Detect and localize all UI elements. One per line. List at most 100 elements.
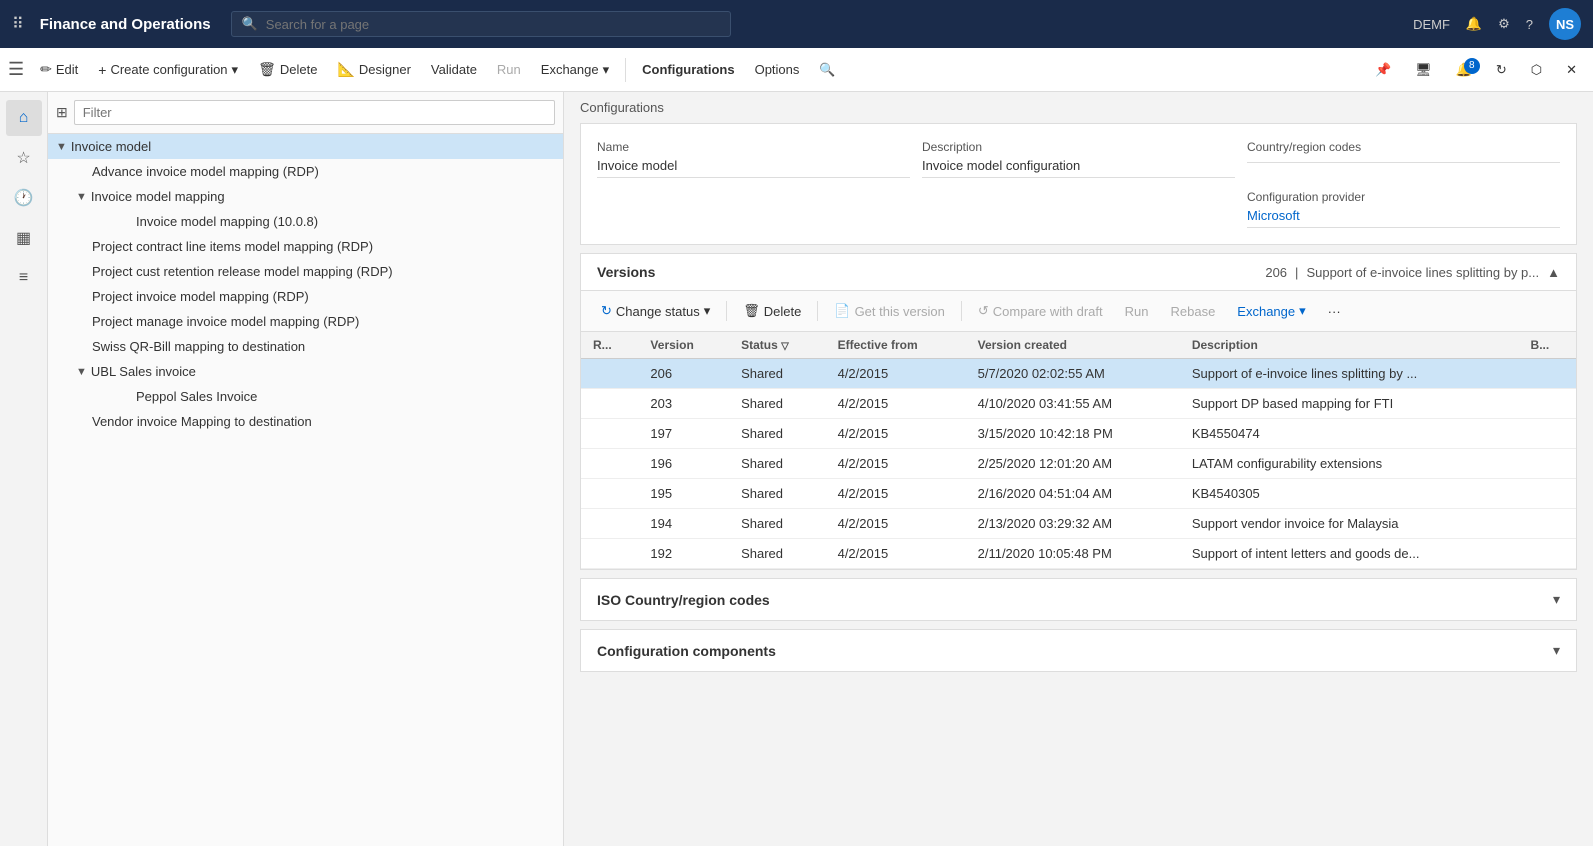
versions-section: Versions 206 | Support of e-invoice line… (580, 253, 1577, 570)
tree-item-label: Project manage invoice model mapping (RD… (92, 314, 359, 329)
tree-item-7[interactable]: Project invoice model mapping (RDP) (48, 284, 563, 309)
cell-description: KB4540305 (1180, 479, 1519, 509)
tree-item-11[interactable]: Peppol Sales Invoice (48, 384, 563, 409)
create-config-button[interactable]: + Create configuration ▾ (90, 58, 246, 82)
open-button[interactable]: ⬡ (1523, 58, 1550, 82)
cell-b (1519, 419, 1576, 449)
tree-panel: ⊞ ▼Invoice modelAdvance invoice model ma… (48, 92, 564, 846)
tree-item-label: UBL Sales invoice (91, 364, 196, 379)
tree-item-label: Swiss QR-Bill mapping to destination (92, 339, 305, 354)
cell-b (1519, 479, 1576, 509)
tree-item-8[interactable]: Project manage invoice model mapping (RD… (48, 309, 563, 334)
arrow-icon: ▼ (56, 141, 67, 153)
vsep-3 (961, 301, 962, 321)
version-delete-button[interactable]: 🗑 Delete (735, 299, 809, 323)
config-components-section: Configuration components ▾ (580, 629, 1577, 672)
compare-with-draft-button[interactable]: ↺ Compare with draft (970, 299, 1111, 323)
provider-value[interactable]: Microsoft (1247, 208, 1560, 228)
hamburger-icon[interactable]: ☰ (8, 59, 24, 80)
close-button[interactable]: ✕ (1558, 58, 1585, 82)
sidebar-item-recent[interactable]: 🕐 (6, 180, 42, 216)
version-exchange-button[interactable]: Exchange ▾ (1229, 299, 1313, 323)
table-row[interactable]: 195Shared4/2/20152/16/2020 04:51:04 AMKB… (581, 479, 1576, 509)
exchange-button[interactable]: Exchange ▾ (533, 58, 617, 82)
top-nav: ⠿ Finance and Operations 🔍 DEMF 🔔 ⚙ ? NS (0, 0, 1593, 48)
sidebar-item-list[interactable]: ≡ (6, 260, 42, 296)
notification-icon[interactable]: 🔔 (1466, 16, 1482, 32)
app-title: Finance and Operations (40, 16, 211, 33)
view-button[interactable]: 🖥 (1407, 58, 1440, 82)
change-status-chevron: ▾ (704, 303, 711, 319)
tree-item-2[interactable]: Advance invoice model mapping (RDP) (48, 159, 563, 184)
cell-version: 196 (638, 449, 729, 479)
options-button[interactable]: Options (747, 58, 808, 81)
cell-status: Shared (729, 509, 826, 539)
cell-r (581, 449, 638, 479)
cell-version: 192 (638, 539, 729, 569)
tree-item-9[interactable]: Swiss QR-Bill mapping to destination (48, 334, 563, 359)
version-run-button[interactable]: Run (1117, 300, 1157, 323)
sidebar-icons: ⌂ ☆ 🕐 ▦ ≡ (0, 92, 48, 846)
edit-button[interactable]: ✏ Edit (32, 57, 86, 82)
settings-icon[interactable]: ⚙ (1498, 16, 1510, 32)
iso-section-header[interactable]: ISO Country/region codes ▾ (581, 579, 1576, 620)
sidebar-item-workspace[interactable]: ▦ (6, 220, 42, 256)
search-input[interactable] (266, 17, 720, 32)
validate-button[interactable]: Validate (423, 58, 485, 81)
grid-icon[interactable]: ⠿ (12, 14, 24, 34)
tree-item-1[interactable]: ▼Invoice model (48, 134, 563, 159)
versions-count-sep: | (1295, 265, 1298, 280)
tree-item-label: Project contract line items model mappin… (92, 239, 373, 254)
filter-bar: ⊞ (48, 92, 563, 134)
tree-item-4[interactable]: Invoice model mapping (10.0.8) (48, 209, 563, 234)
table-row[interactable]: 196Shared4/2/20152/25/2020 12:01:20 AMLA… (581, 449, 1576, 479)
versions-collapse-icon: ▲ (1547, 265, 1560, 280)
more-options-button[interactable]: ··· (1320, 300, 1349, 323)
config-components-header[interactable]: Configuration components ▾ (581, 630, 1576, 671)
table-row[interactable]: 206Shared4/2/20155/7/2020 02:02:55 AMSup… (581, 359, 1576, 389)
change-status-button[interactable]: ↻ Change status ▾ (593, 299, 718, 323)
table-row[interactable]: 194Shared4/2/20152/13/2020 03:29:32 AMSu… (581, 509, 1576, 539)
rebase-button[interactable]: Rebase (1162, 300, 1223, 323)
delete-icon: 🗑 (258, 61, 276, 78)
filter-input[interactable] (74, 100, 555, 125)
version-table-scroll[interactable]: R... Version Status ▽ Effective from Ver… (581, 332, 1576, 569)
cell-r (581, 509, 638, 539)
search-bar-toggle[interactable]: 🔍 (811, 58, 843, 82)
tree-item-3[interactable]: ▼Invoice model mapping (48, 184, 563, 209)
search-box[interactable]: 🔍 (231, 11, 731, 37)
run-button[interactable]: Run (489, 58, 529, 81)
tree-item-12[interactable]: Vendor invoice Mapping to destination (48, 409, 563, 434)
iso-chevron-icon: ▾ (1553, 591, 1560, 608)
delete-button[interactable]: 🗑 Delete (250, 57, 325, 82)
cell-effectiveFrom: 4/2/2015 (826, 479, 966, 509)
get-version-icon: 📄 (834, 303, 850, 319)
avatar[interactable]: NS (1549, 8, 1581, 40)
cell-effectiveFrom: 4/2/2015 (826, 359, 966, 389)
configurations-button[interactable]: Configurations (634, 58, 742, 81)
table-row[interactable]: 197Shared4/2/20153/15/2020 10:42:18 PMKB… (581, 419, 1576, 449)
tree-item-5[interactable]: Project contract line items model mappin… (48, 234, 563, 259)
table-row[interactable]: 203Shared4/2/20154/10/2020 03:41:55 AMSu… (581, 389, 1576, 419)
help-icon[interactable]: ? (1526, 17, 1533, 32)
col-r: R... (581, 332, 638, 359)
col-effective-from: Effective from (826, 332, 966, 359)
badge-button[interactable]: 🔔 8 (1448, 58, 1480, 82)
refresh-button[interactable]: ↻ (1488, 58, 1515, 82)
table-row[interactable]: 192Shared4/2/20152/11/2020 10:05:48 PMSu… (581, 539, 1576, 569)
sidebar-item-home[interactable]: ⌂ (6, 100, 42, 136)
sidebar-item-favorites[interactable]: ☆ (6, 140, 42, 176)
pin-button[interactable]: 📌 (1367, 58, 1399, 82)
cell-description: Support vendor invoice for Malaysia (1180, 509, 1519, 539)
tree-item-6[interactable]: Project cust retention release model map… (48, 259, 563, 284)
cell-status: Shared (729, 539, 826, 569)
versions-section-header[interactable]: Versions 206 | Support of e-invoice line… (581, 254, 1576, 291)
version-toolbar: ↻ Change status ▾ 🗑 Delete 📄 Get this ve… (581, 291, 1576, 332)
separator-1 (625, 58, 626, 82)
cell-description: KB4550474 (1180, 419, 1519, 449)
cell-r (581, 359, 638, 389)
designer-button[interactable]: 📐 Designer (329, 57, 418, 82)
tree-item-10[interactable]: ▼UBL Sales invoice (48, 359, 563, 384)
get-this-version-button[interactable]: 📄 Get this version (826, 299, 953, 323)
cell-version: 206 (638, 359, 729, 389)
